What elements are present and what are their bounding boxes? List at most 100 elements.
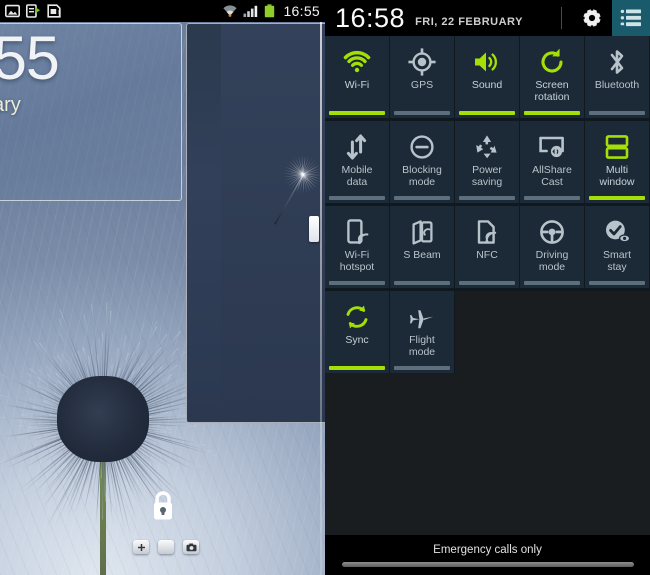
screenshot-root: 55 ary xyxy=(0,0,650,575)
toggle-state-bar xyxy=(524,111,580,115)
wifi-hotspot-icon xyxy=(342,206,372,250)
toggle-label: Bluetooth xyxy=(593,80,641,92)
toggle-mobile-data[interactable]: Mobile data xyxy=(325,121,390,203)
quick-settings-panel[interactable]: 16:58 FRI, 22 FEBRUARY Wi-Fi GPS Sound S… xyxy=(325,0,650,575)
lockscreen-shortcuts[interactable] xyxy=(133,540,199,554)
toggle-label: Smart stay xyxy=(601,250,633,273)
toggle-power-saving[interactable]: Power saving xyxy=(455,121,520,203)
system-status-icons: 16:55 xyxy=(222,3,320,19)
header-divider xyxy=(561,7,562,29)
toggle-gps[interactable]: GPS xyxy=(390,36,455,118)
power-saving-icon xyxy=(472,121,502,165)
toggle-row: Wi-Fi hotspot S Beam NFC Driving mode Smar… xyxy=(325,206,650,288)
screen-rotation-icon xyxy=(537,36,567,80)
toggle-label: Mobile data xyxy=(340,165,375,188)
toggle-row: Sync Flight mode xyxy=(325,291,650,373)
toggle-empty-slot xyxy=(455,291,520,373)
clock-widget-pane[interactable]: 55 ary xyxy=(0,23,182,201)
toggle-smart-stay[interactable]: Smart stay xyxy=(585,206,650,288)
wifi-hotspot-icon xyxy=(342,217,372,247)
camera-shortcut-button[interactable] xyxy=(183,540,199,554)
allshare-cast-icon xyxy=(537,132,567,162)
sound-icon xyxy=(472,47,502,77)
toggle-s-beam[interactable]: S Beam xyxy=(390,206,455,288)
flight-mode-icon xyxy=(407,302,437,332)
toggle-state-bar xyxy=(394,196,450,200)
toggle-allshare-cast[interactable]: AllShare Cast xyxy=(520,121,585,203)
sync-icon xyxy=(342,291,372,335)
toggle-label: Flight mode xyxy=(407,335,437,358)
quick-settings-footer[interactable]: Emergency calls only xyxy=(325,535,650,575)
toggle-state-bar xyxy=(394,281,450,285)
add-shortcut-button[interactable] xyxy=(133,540,149,554)
notification-list-icon xyxy=(620,8,642,28)
wifi-icon xyxy=(342,47,372,77)
nfc-icon xyxy=(472,217,502,247)
lock-screen-panel[interactable]: 55 ary xyxy=(0,0,325,575)
left-status-clock: 16:55 xyxy=(283,3,320,19)
toggle-nfc[interactable]: NFC xyxy=(455,206,520,288)
toggle-state-bar xyxy=(589,281,645,285)
toggle-label: Blocking mode xyxy=(400,165,444,188)
gps-icon xyxy=(407,36,437,80)
bluetooth-icon xyxy=(602,36,632,80)
toggle-flight-mode[interactable]: Flight mode xyxy=(390,291,455,373)
toggle-state-bar xyxy=(459,281,515,285)
multi-window-icon xyxy=(602,132,632,162)
toggle-row: Wi-Fi GPS Sound Screen rotation Bluetooth xyxy=(325,36,650,118)
toggle-label: Multi window xyxy=(597,165,636,188)
dandelion-core xyxy=(57,376,149,462)
qs-clock: 16:58 xyxy=(335,5,405,32)
toggle-sync[interactable]: Sync xyxy=(325,291,390,373)
lockscreen-clock-time: 55 xyxy=(0,28,59,89)
driving-mode-icon xyxy=(537,217,567,247)
allshare-cast-icon xyxy=(537,121,567,165)
s-beam-icon xyxy=(407,217,437,247)
signal-bars-icon xyxy=(243,4,259,18)
sound-icon xyxy=(472,36,502,80)
toggle-sound[interactable]: Sound xyxy=(455,36,520,118)
toggle-label: Wi-Fi xyxy=(343,80,372,92)
toggle-empty-slot xyxy=(585,291,650,373)
toggle-label: Sync xyxy=(343,335,370,347)
toggle-wi-fi[interactable]: Wi-Fi xyxy=(325,36,390,118)
carrier-status-label: Emergency calls only xyxy=(433,544,542,556)
blocking-mode-icon xyxy=(407,121,437,165)
toggle-state-bar xyxy=(459,111,515,115)
toggle-wi-fi-hotspot[interactable]: Wi-Fi hotspot xyxy=(325,206,390,288)
pane-edge-line xyxy=(320,20,322,575)
toggle-state-bar xyxy=(394,111,450,115)
toggle-bluetooth[interactable]: Bluetooth xyxy=(585,36,650,118)
padlock-icon[interactable] xyxy=(150,490,176,522)
sd-card-warning-icon xyxy=(47,4,62,18)
toggle-driving-mode[interactable]: Driving mode xyxy=(520,206,585,288)
toggle-label: S Beam xyxy=(401,250,442,262)
lockscreen-secondary-pane[interactable] xyxy=(186,23,325,423)
toggle-blocking-mode[interactable]: Blocking mode xyxy=(390,121,455,203)
screen-rotation-icon xyxy=(537,47,567,77)
smart-stay-icon xyxy=(602,206,632,250)
toggle-state-bar xyxy=(329,366,385,370)
bluetooth-icon xyxy=(602,47,632,77)
gear-icon xyxy=(580,6,604,30)
toggle-multi-window[interactable]: Multi window xyxy=(585,121,650,203)
toggle-state-bar xyxy=(394,366,450,370)
gallery-image-icon xyxy=(5,4,20,18)
panel-drag-handle[interactable] xyxy=(342,562,634,567)
flight-mode-icon xyxy=(407,291,437,335)
toggle-screen-rotation[interactable]: Screen rotation xyxy=(520,36,585,118)
notification-list-button[interactable] xyxy=(612,0,650,36)
blank-shortcut-button[interactable] xyxy=(158,540,174,554)
pane-drag-handle[interactable] xyxy=(309,216,319,242)
toggle-state-bar xyxy=(459,196,515,200)
settings-button[interactable] xyxy=(572,0,612,36)
toggle-label: Driving mode xyxy=(534,250,571,273)
toggle-state-bar xyxy=(329,111,385,115)
toggle-label: GPS xyxy=(409,80,435,92)
left-status-bar: 16:55 xyxy=(0,0,325,22)
toggle-row: Mobile data Blocking mode Power saving AllS… xyxy=(325,121,650,203)
toggle-label: Wi-Fi hotspot xyxy=(338,250,376,273)
toggle-grid[interactable]: Wi-Fi GPS Sound Screen rotation Bluetooth … xyxy=(325,36,650,373)
camera-icon xyxy=(186,543,197,552)
toggle-label: NFC xyxy=(474,250,500,262)
